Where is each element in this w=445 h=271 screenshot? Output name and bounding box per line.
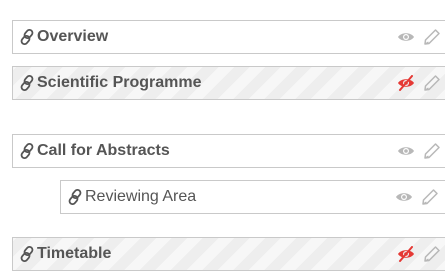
pencil-icon[interactable] <box>423 28 441 46</box>
menu-entry-title: Scientific Programme <box>37 74 202 91</box>
menu-entry-actions <box>397 135 441 167</box>
menu-entry-actions <box>397 21 441 53</box>
eye-icon[interactable] <box>397 31 415 43</box>
menu-entry-actions <box>397 238 441 270</box>
menu-entry-title: Overview <box>37 28 109 45</box>
link-icon <box>68 188 82 206</box>
eye-slash-icon[interactable] <box>397 75 415 91</box>
menu-entry-timetable[interactable]: Timetable <box>12 237 445 271</box>
menu-entry-actions <box>397 67 441 99</box>
eye-icon[interactable] <box>395 191 413 203</box>
pencil-icon[interactable] <box>423 142 441 160</box>
menu-entry-overview[interactable]: Overview <box>12 20 445 54</box>
link-icon <box>20 245 34 263</box>
menu-entry-title: Call for Abstracts <box>37 142 170 159</box>
menu-entry-title: Timetable <box>37 245 112 262</box>
menu-entry-actions <box>395 181 439 213</box>
pencil-icon[interactable] <box>423 74 441 92</box>
link-icon <box>20 142 34 160</box>
pencil-icon[interactable] <box>423 245 441 263</box>
menu-entry-scientific-programme[interactable]: Scientific Programme <box>12 66 445 100</box>
menu-entry-call-for-abstracts[interactable]: Call for Abstracts <box>12 134 445 168</box>
pencil-icon[interactable] <box>421 188 439 206</box>
menu-entry-reviewing-area[interactable]: Reviewing Area <box>60 180 445 214</box>
eye-slash-icon[interactable] <box>397 246 415 262</box>
link-icon <box>20 74 34 92</box>
link-icon <box>20 28 34 46</box>
menu-entry-title: Reviewing Area <box>85 188 197 205</box>
menu-entries-list: Overview Scientific Programme Call for A… <box>0 0 445 271</box>
eye-icon[interactable] <box>397 145 415 157</box>
